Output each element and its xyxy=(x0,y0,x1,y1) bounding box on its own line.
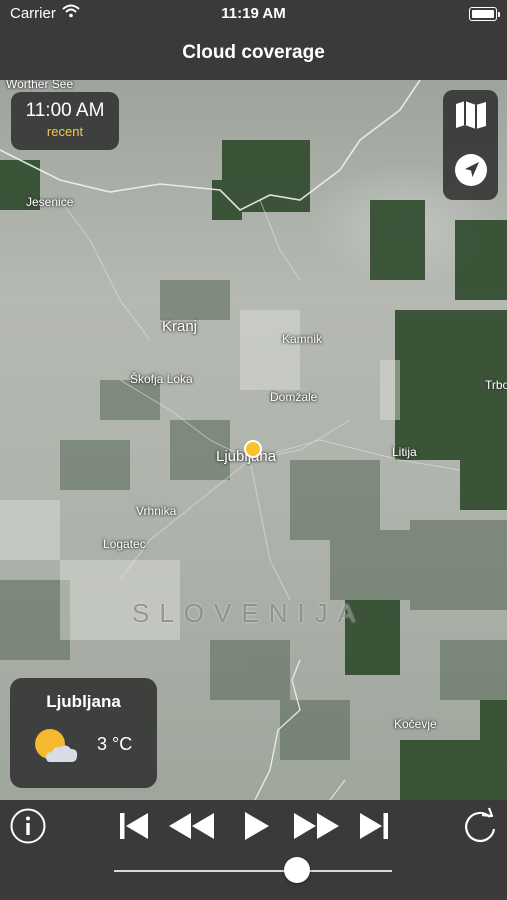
place-kocevje: Kočevje xyxy=(394,717,437,731)
map-controls xyxy=(443,90,498,200)
page-title: Cloud coverage xyxy=(182,42,325,63)
place-skofja-loka: Škofja Loka xyxy=(130,372,193,386)
location-pin[interactable] xyxy=(244,440,262,458)
map-icon xyxy=(454,99,488,136)
navigation-bar: Cloud coverage xyxy=(0,28,507,80)
refresh-icon xyxy=(462,807,498,850)
recent-label: recent xyxy=(46,124,84,139)
locate-button[interactable] xyxy=(443,145,498,200)
skip-back-icon xyxy=(118,812,150,845)
time-panel: 11:00 AM recent xyxy=(11,92,119,150)
place-vrhnika: Vrhnika xyxy=(136,504,177,518)
playback-bar xyxy=(0,800,507,900)
time-label: 11:00 AM xyxy=(25,100,105,121)
place-worther-see: Worther See xyxy=(6,80,74,91)
timeline-track[interactable] xyxy=(114,870,392,872)
fast-forward-icon xyxy=(292,812,340,845)
skip-to-end-button[interactable] xyxy=(354,806,394,850)
weather-city: Ljubljana xyxy=(46,692,121,711)
skip-to-start-button[interactable] xyxy=(114,806,154,850)
rewind-icon xyxy=(168,812,216,845)
partly-cloudy-icon xyxy=(32,726,80,771)
place-litija: Litija xyxy=(392,445,417,459)
play-icon xyxy=(242,811,270,846)
place-domzale: Domžale xyxy=(270,390,318,404)
info-icon xyxy=(9,807,47,850)
status-time: 11:19 AM xyxy=(221,5,286,22)
weather-temperature: 3 °C xyxy=(97,734,133,754)
place-jesenice: Jesenice xyxy=(26,195,74,209)
info-button[interactable] xyxy=(6,806,50,850)
battery-icon xyxy=(469,7,500,21)
refresh-button[interactable] xyxy=(458,806,502,850)
place-trbovlje: Trbo xyxy=(485,378,507,392)
location-arrow-icon xyxy=(453,152,489,193)
country-label: SLOVENIJA xyxy=(132,598,366,628)
status-bar: Carrier 11:19 AM xyxy=(0,0,507,28)
timeline-slider-thumb[interactable] xyxy=(284,857,311,883)
fast-forward-button[interactable] xyxy=(290,806,342,850)
rewind-button[interactable] xyxy=(166,806,218,850)
play-button[interactable] xyxy=(236,806,276,850)
skip-forward-icon xyxy=(358,812,390,845)
place-logatec: Logatec xyxy=(103,537,146,551)
place-kranj: Kranj xyxy=(162,318,198,335)
map-type-button[interactable] xyxy=(443,90,498,145)
weather-card[interactable]: Ljubljana 3 °C xyxy=(10,678,157,788)
place-kamnik: Kamnik xyxy=(282,332,323,346)
